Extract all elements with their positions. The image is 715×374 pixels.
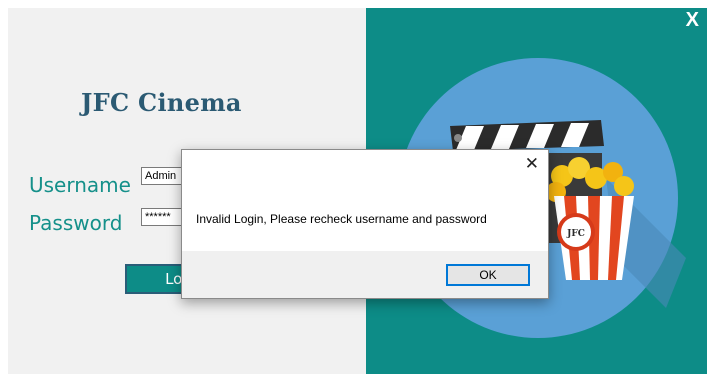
dialog-close-icon[interactable]: ✕ <box>525 154 539 174</box>
dialog-message: Invalid Login, Please recheck username a… <box>196 212 487 226</box>
dialog-footer: OK <box>182 251 548 298</box>
ok-button[interactable]: OK <box>446 264 530 286</box>
username-label: Username <box>29 173 131 197</box>
logo-badge-text: JFC <box>566 229 585 239</box>
password-label: Password <box>29 211 123 235</box>
app-title: JFC Cinema <box>81 88 242 117</box>
window-close-button[interactable]: X <box>686 8 699 32</box>
error-dialog: ✕ Invalid Login, Please recheck username… <box>181 149 549 299</box>
